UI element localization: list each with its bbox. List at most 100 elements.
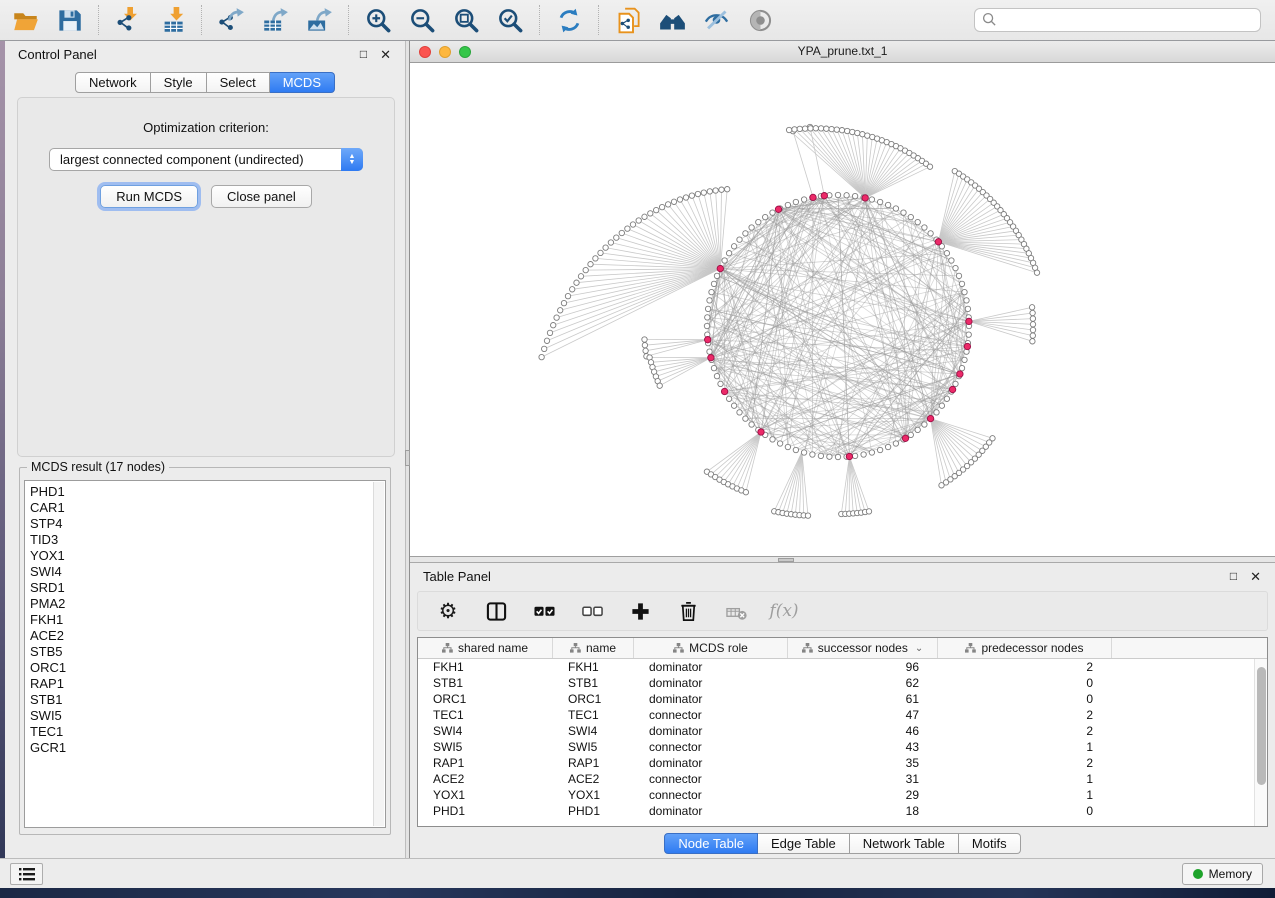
search-input[interactable]	[974, 8, 1261, 32]
minimize-window-icon[interactable]	[439, 46, 451, 58]
close-window-icon[interactable]	[419, 46, 431, 58]
network-svg[interactable]	[410, 63, 1275, 556]
delete-column-button[interactable]	[725, 600, 747, 622]
tab-edge-table[interactable]: Edge Table	[758, 833, 850, 854]
zoom-out-button[interactable]	[404, 3, 440, 37]
function-button[interactable]: f(x)	[773, 600, 795, 622]
show-panels-menu-button[interactable]	[10, 863, 43, 885]
tab-mcds[interactable]: MCDS	[270, 72, 335, 93]
refresh-button[interactable]	[551, 3, 587, 37]
column-header-predecessor-nodes[interactable]: predecessor nodes	[938, 638, 1112, 658]
import-network-button[interactable]	[110, 3, 146, 37]
search-network-button[interactable]	[654, 3, 690, 37]
tab-network-table[interactable]: Network Table	[850, 833, 959, 854]
column-header-successor-nodes[interactable]: successor nodes⌄	[788, 638, 938, 658]
table-row[interactable]: SWI4SWI4dominator462	[418, 723, 1267, 739]
table-row[interactable]: YOX1YOX1connector291	[418, 787, 1267, 803]
table-row[interactable]: STB1STB1dominator620	[418, 675, 1267, 691]
cell-shared-name: SWI4	[418, 723, 553, 739]
export-network-button[interactable]	[213, 3, 249, 37]
mcds-result-item[interactable]: ACE2	[30, 628, 385, 644]
mcds-result-item[interactable]: RAP1	[30, 676, 385, 692]
tab-style[interactable]: Style	[151, 72, 207, 93]
select-all-button[interactable]	[533, 600, 555, 622]
table-scrollbar[interactable]	[1254, 659, 1267, 826]
tab-network[interactable]: Network	[75, 72, 151, 93]
tab-motifs[interactable]: Motifs	[959, 833, 1021, 854]
import-table-button[interactable]	[154, 3, 190, 37]
cell-predecessor-nodes: 2	[938, 723, 1112, 739]
zoom-in-button[interactable]	[360, 3, 396, 37]
close-panel-icon[interactable]: ✕	[380, 48, 391, 61]
mcds-result-item[interactable]: SWI5	[30, 708, 385, 724]
memory-button[interactable]: Memory	[1182, 863, 1263, 885]
tab-select[interactable]: Select	[207, 72, 270, 93]
zoom-selected-button[interactable]	[492, 3, 528, 37]
table-row[interactable]: ORC1ORC1dominator610	[418, 691, 1267, 707]
cell-MCDS-role: connector	[634, 787, 788, 803]
mcds-result-item[interactable]: PMA2	[30, 596, 385, 612]
table-row[interactable]: SWI5SWI5connector431	[418, 739, 1267, 755]
save-session-button[interactable]	[51, 3, 87, 37]
export-table-button[interactable]	[257, 3, 293, 37]
mcds-result-item[interactable]: SWI4	[30, 564, 385, 580]
mcds-result-scrollbar[interactable]	[373, 482, 384, 826]
maximize-window-icon[interactable]	[459, 46, 471, 58]
mcds-result-item[interactable]: GCR1	[30, 740, 385, 756]
network-canvas[interactable]	[410, 63, 1275, 556]
cell-successor-nodes: 46	[788, 723, 938, 739]
mcds-result-item[interactable]: TEC1	[30, 724, 385, 740]
table-row[interactable]: FKH1FKH1dominator962	[418, 659, 1267, 675]
float-panel-icon[interactable]: □	[360, 48, 367, 60]
run-mcds-button[interactable]: Run MCDS	[100, 185, 198, 208]
table-row[interactable]: TEC1TEC1connector472	[418, 707, 1267, 723]
add-button[interactable]	[629, 600, 651, 622]
mcds-result-item[interactable]: STP4	[30, 516, 385, 532]
attribute-icon	[442, 643, 453, 653]
mcds-result-item[interactable]: TID3	[30, 532, 385, 548]
table-row[interactable]: ACE2ACE2connector311	[418, 771, 1267, 787]
horizontal-splitter[interactable]	[410, 556, 1275, 563]
horizontal-splitter-handle[interactable]	[778, 558, 794, 562]
cell-predecessor-nodes: 2	[938, 659, 1112, 675]
criterion-dropdown[interactable]: largest connected component (undirected)…	[49, 148, 363, 171]
close-panel-button[interactable]: Close panel	[211, 185, 312, 208]
close-table-panel-icon[interactable]: ✕	[1250, 570, 1261, 583]
settings-button[interactable]: ⚙	[437, 600, 459, 622]
export-image-button[interactable]	[301, 3, 337, 37]
delete-button[interactable]	[677, 600, 699, 622]
mcds-result-item[interactable]: CAR1	[30, 500, 385, 516]
mcds-result-item[interactable]: ORC1	[30, 660, 385, 676]
main-toolbar-items	[7, 0, 786, 40]
optimization-criterion-label: Optimization criterion:	[18, 120, 394, 135]
column-header-shared-name[interactable]: shared name	[418, 638, 553, 658]
cell-predecessor-nodes: 0	[938, 675, 1112, 691]
table-scrollbar-thumb[interactable]	[1257, 667, 1266, 785]
cell-name: ORC1	[553, 691, 634, 707]
show-overview-button[interactable]	[742, 3, 778, 37]
tab-node-table[interactable]: Node Table	[664, 833, 758, 854]
mcds-result-item[interactable]: FKH1	[30, 612, 385, 628]
hide-panel-button[interactable]	[698, 3, 734, 37]
column-header-MCDS-role[interactable]: MCDS role	[634, 638, 788, 658]
mcds-result-item[interactable]: STB1	[30, 692, 385, 708]
mcds-result-item[interactable]: STB5	[30, 644, 385, 660]
zoom-fit-button[interactable]	[448, 3, 484, 37]
export-table-icon	[262, 7, 289, 34]
table-row[interactable]: RAP1RAP1dominator352	[418, 755, 1267, 771]
mcds-result-item[interactable]: SRD1	[30, 580, 385, 596]
criterion-dropdown-value: largest connected component (undirected)	[60, 149, 304, 170]
cell-predecessor-nodes: 2	[938, 755, 1112, 771]
table-row[interactable]: PHD1PHD1dominator180	[418, 803, 1267, 819]
cell-predecessor-nodes: 1	[938, 739, 1112, 755]
mcds-result-list[interactable]: PHD1CAR1STP4TID3YOX1SWI4SRD1PMA2FKH1ACE2…	[24, 480, 386, 828]
cell-MCDS-role: dominator	[634, 803, 788, 819]
network-document-button[interactable]	[610, 3, 646, 37]
float-table-panel-icon[interactable]: □	[1230, 570, 1237, 582]
mcds-result-item[interactable]: PHD1	[30, 484, 385, 500]
deselect-all-button[interactable]	[581, 600, 603, 622]
column-header-name[interactable]: name	[553, 638, 634, 658]
open-session-button[interactable]	[7, 3, 43, 37]
columns-button[interactable]	[485, 600, 507, 622]
mcds-result-item[interactable]: YOX1	[30, 548, 385, 564]
